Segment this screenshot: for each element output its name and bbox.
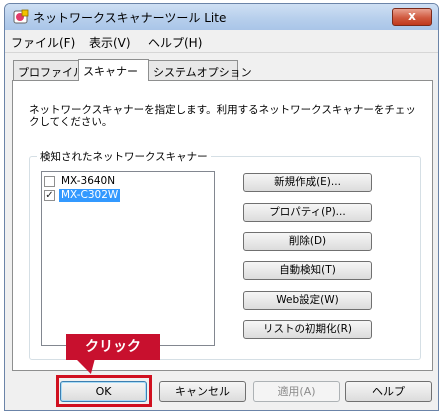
tab-profile[interactable]: プロファイル — [13, 60, 84, 80]
scanner-checkbox[interactable]: ✓ — [44, 189, 55, 201]
apply-button: 適用(A) — [253, 381, 340, 402]
scanner-list[interactable]: MX-3640N ✓ MX-C302W — [41, 171, 215, 346]
reset-list-button[interactable]: リストの初期化(R) — [243, 320, 372, 339]
group-title: 検知されたネットワークスキャナー — [37, 149, 211, 164]
auto-detect-button[interactable]: 自動検知(T) — [243, 261, 372, 280]
app-icon — [13, 9, 29, 24]
title-bar[interactable]: ネットワークスキャナーツール Lite x — [5, 4, 438, 30]
cancel-button[interactable]: キャンセル — [159, 381, 246, 402]
delete-button[interactable]: 削除(D) — [243, 232, 372, 251]
detected-scanners-group: 検知されたネットワークスキャナー MX-3640N ✓ MX-C302W 新規作… — [29, 149, 421, 360]
menu-view[interactable]: 表示(V) — [89, 34, 131, 51]
menu-file[interactable]: ファイル(F) — [11, 34, 75, 51]
list-item[interactable]: MX-3640N — [44, 174, 117, 188]
scanner-name: MX-3640N — [61, 174, 116, 187]
scanner-tab-panel: ネットワークスキャナーを指定します。利用するネットワークスキャナーをチェックして… — [12, 80, 433, 371]
description-text: ネットワークスキャナーを指定します。利用するネットワークスキャナーをチェックして… — [29, 104, 416, 128]
list-item[interactable]: ✓ MX-C302W — [44, 188, 121, 202]
menu-help[interactable]: ヘルプ(H) — [148, 34, 202, 51]
web-settings-button[interactable]: Web設定(W) — [243, 291, 372, 310]
window-title: ネットワークスキャナーツール Lite — [33, 11, 227, 25]
close-button[interactable]: x — [392, 8, 432, 26]
menu-bar: ファイル(F) 表示(V) ヘルプ(H) — [5, 30, 438, 53]
tab-system-options[interactable]: システムオプション — [148, 60, 252, 80]
click-callout: クリック — [66, 334, 160, 360]
close-icon: x — [408, 9, 416, 23]
scanner-name: MX-C302W — [59, 188, 121, 202]
ok-highlight-frame — [56, 375, 152, 407]
tab-scanner[interactable]: スキャナー — [78, 59, 149, 81]
scanner-checkbox[interactable] — [44, 175, 55, 187]
properties-button[interactable]: プロパティ(P)... — [243, 203, 372, 222]
help-button[interactable]: ヘルプ — [345, 381, 432, 402]
new-button[interactable]: 新規作成(E)... — [243, 173, 372, 192]
